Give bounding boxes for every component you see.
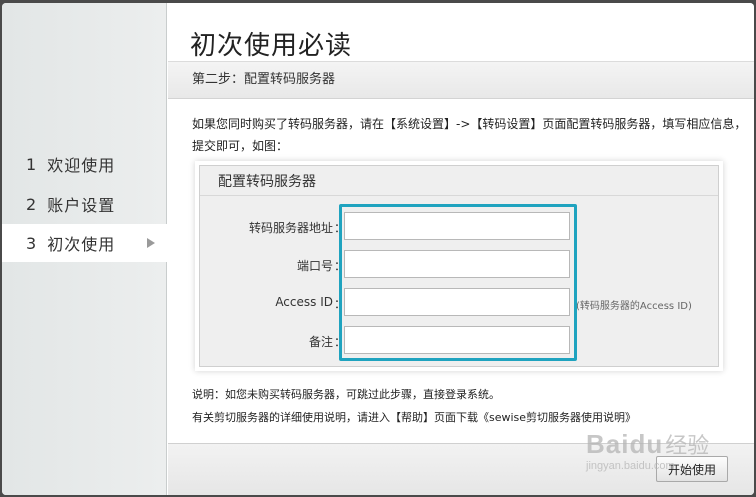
panel-title: 配置转码服务器 [200,166,718,196]
main-content: 初次使用必读 第二步：配置转码服务器 如果您同时购买了转码服务器，请在【系统设置… [168,3,754,495]
sidebar: 1 欢迎使用 2 账户设置 3 初次使用 [2,3,167,495]
step-heading: 第二步：配置转码服务器 [168,61,754,99]
sidebar-item-number: 3 [26,233,38,253]
field-label-remark: 备注 [308,335,333,349]
access-id-hint: (转码服务器的Access ID) [576,301,692,312]
field-label-access-id: Access ID [275,295,333,309]
sidebar-item-label: 账户设置 [47,196,116,215]
arrow-right-icon [147,238,155,248]
server-address-input[interactable] [344,212,570,240]
baidu-jingyan-watermark: Baidu经验 jingyan.baidu.com [586,428,710,472]
field-label-port: 端口号 [296,259,333,273]
sidebar-item-first-use[interactable]: 3 初次使用 [2,224,167,262]
sidebar-item-label: 初次使用 [47,235,116,254]
port-input[interactable] [344,250,570,278]
sidebar-item-number: 1 [26,154,38,174]
page-title: 初次使用必读 [190,31,353,61]
transcode-server-panel: 配置转码服务器 转码服务器地址 ： 端口号 ： Access ID ： (转码服… [199,165,719,367]
field-label-server-address: 转码服务器地址 [248,221,333,235]
watermark-cn: 经验 [665,433,710,458]
watermark-logo: Baidu [586,429,664,459]
sidebar-item-label: 欢迎使用 [47,156,116,175]
wizard-window: 1 欢迎使用 2 账户设置 3 初次使用 初次使用必读 第二步：配置转码服务器 … [2,3,754,495]
access-id-input[interactable] [344,288,570,316]
note-help-download: 有关剪切服务器的详细使用说明，请进入【帮助】页面下载《sewise剪切服务器使用… [192,411,637,424]
note-skip-step: 说明：如您未购买转码服务器，可跳过此步骤，直接登录系统。 [192,388,500,401]
sidebar-item-account-settings[interactable]: 2 账户设置 [2,185,167,223]
sidebar-item-welcome[interactable]: 1 欢迎使用 [2,145,167,183]
intro-text: 如果您同时购买了转码服务器，请在【系统设置】->【转码设置】页面配置转码服务器，… [192,117,747,153]
sidebar-item-number: 2 [26,194,38,214]
watermark-url: jingyan.baidu.com [586,460,675,472]
remark-input[interactable] [344,326,570,354]
